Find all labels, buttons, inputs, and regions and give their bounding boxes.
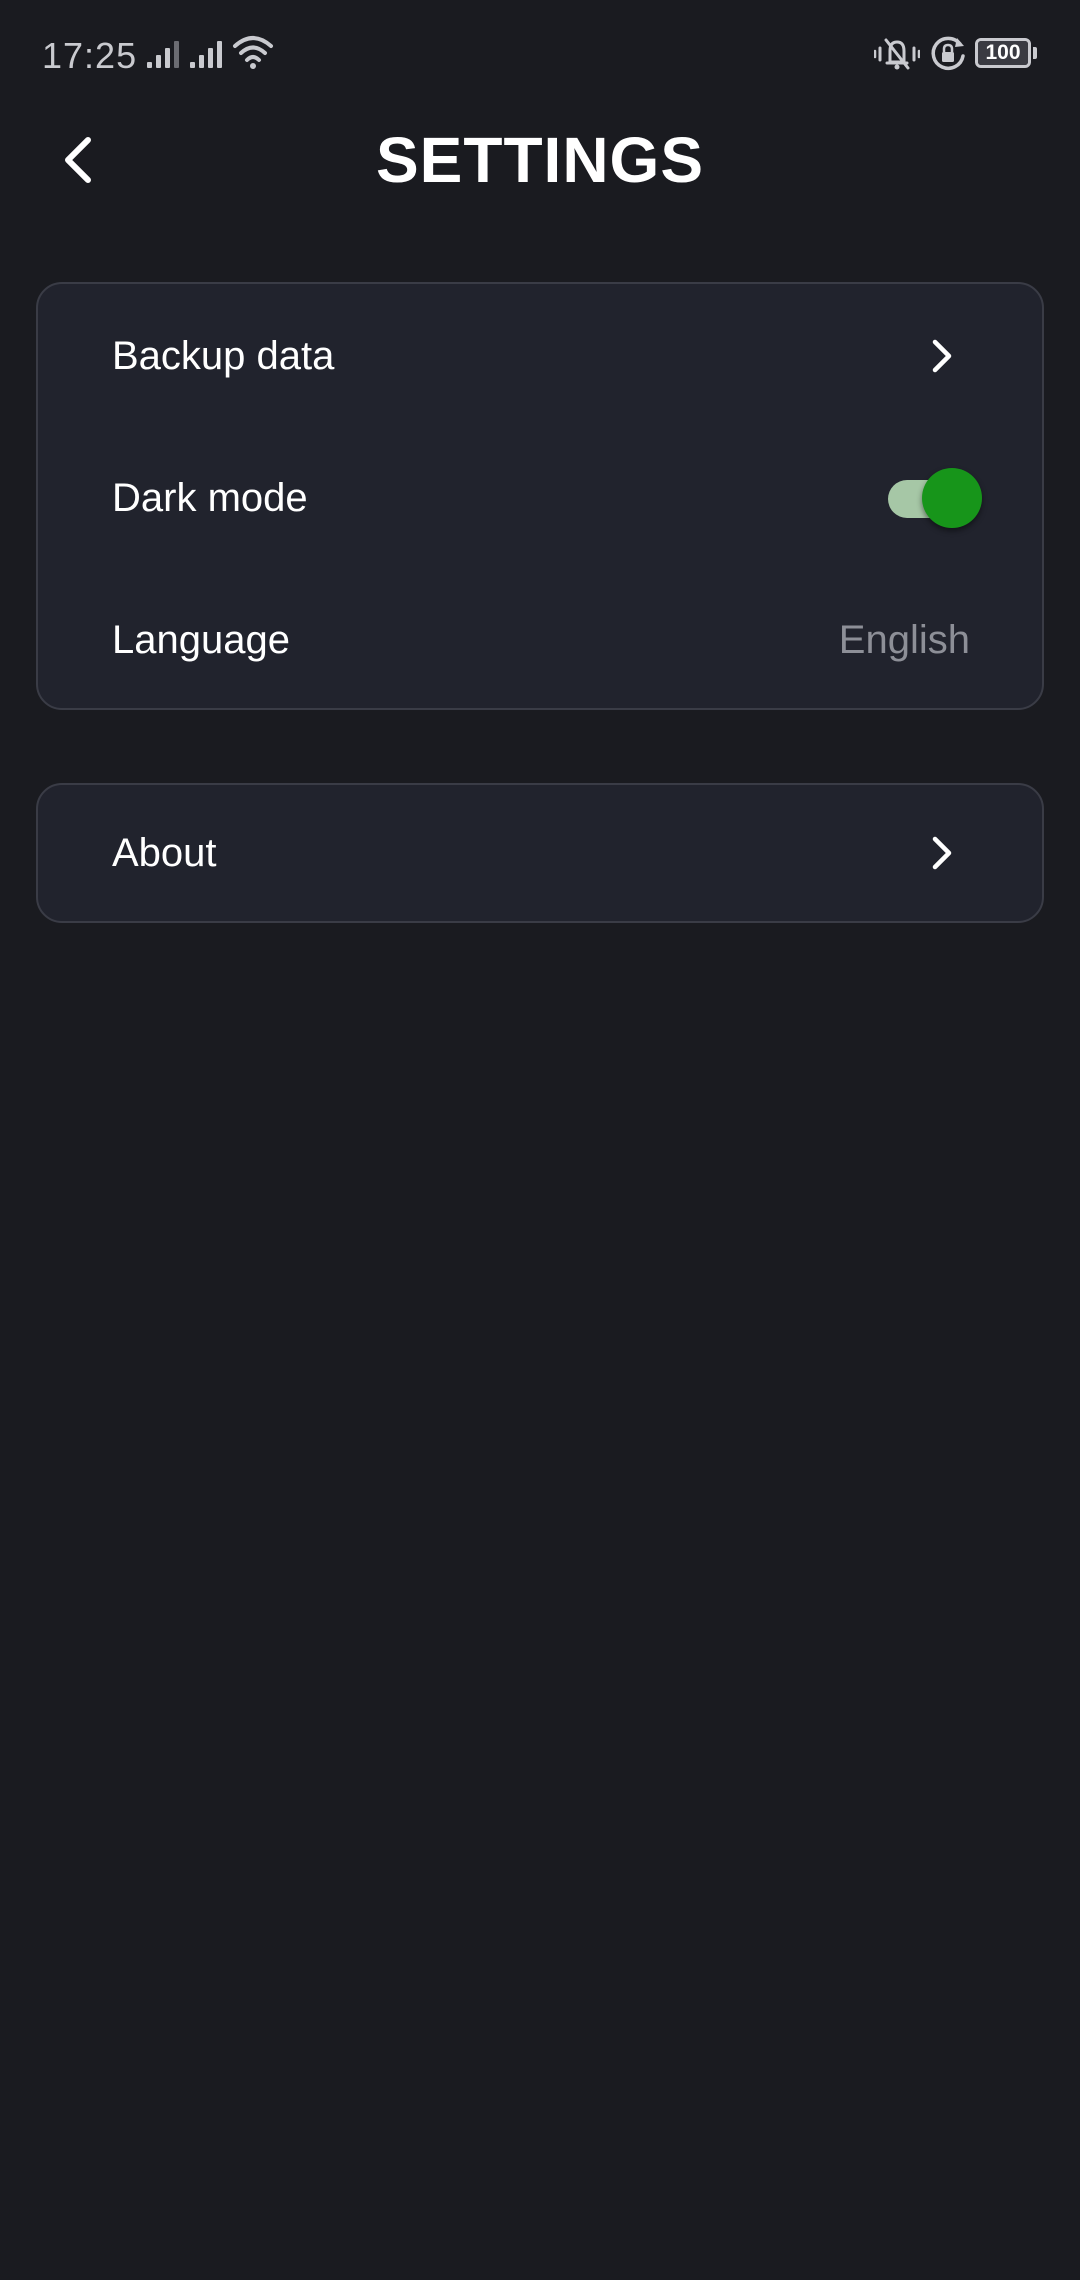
battery-tip [1033, 47, 1037, 59]
page-title: SETTINGS [375, 124, 705, 196]
chevron-left-icon [65, 137, 91, 183]
dark-mode-toggle[interactable] [882, 466, 982, 530]
signal-icon [147, 41, 179, 68]
battery-icon: 100 [975, 38, 1031, 68]
status-time: 17:25 [42, 35, 138, 76]
dark-mode-label: Dark mode [112, 476, 308, 520]
chevron-right-icon [932, 339, 952, 373]
settings-screen: 17:25 100 SETTINGS Backup data Dark mode… [0, 0, 1080, 2280]
settings-card-general: Backup data Dark mode Language English [36, 282, 1044, 710]
about-row[interactable]: About [38, 783, 1042, 923]
language-label: Language [112, 618, 290, 662]
signal-icon [190, 41, 222, 68]
backup-data-row[interactable]: Backup data [38, 286, 1042, 426]
toggle-thumb [922, 468, 982, 528]
dark-mode-row: Dark mode [38, 428, 1042, 568]
chevron-right-icon [932, 836, 952, 870]
language-row[interactable]: Language English [38, 570, 1042, 710]
wifi-icon [233, 36, 273, 69]
back-button[interactable] [46, 128, 110, 192]
status-bar: 17:25 100 [0, 0, 1080, 110]
about-label: About [112, 831, 217, 875]
battery-level-text: 100 [985, 41, 1021, 64]
rotation-lock-icon [931, 36, 965, 71]
header: SETTINGS [0, 110, 1080, 210]
backup-data-label: Backup data [112, 334, 335, 378]
language-value: English [838, 618, 970, 662]
settings-card-about: About [36, 783, 1044, 923]
vibrate-icon [874, 38, 920, 70]
